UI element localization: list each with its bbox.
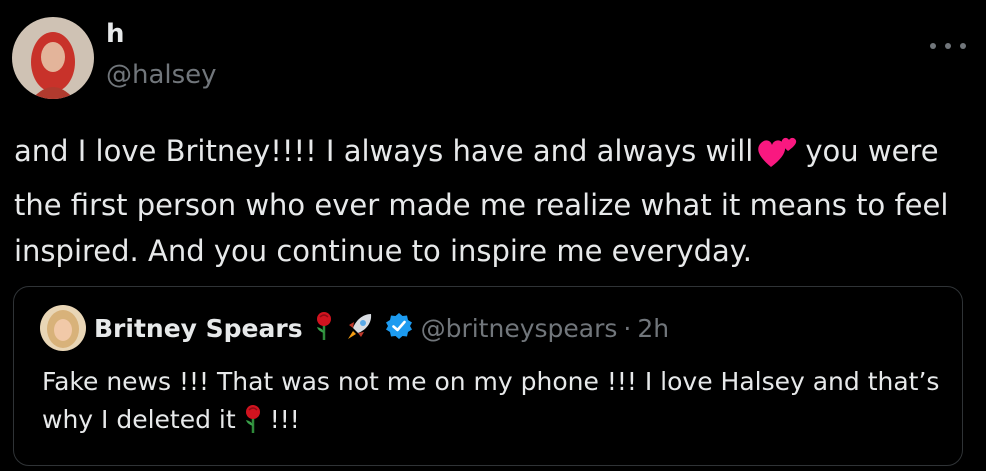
tweet-text: and I love Britney!!!! I always have and… — [14, 128, 974, 274]
quoted-timestamp[interactable]: 2h — [637, 314, 669, 343]
more-horizontal-icon — [930, 43, 936, 49]
quoted-separator: · — [623, 313, 632, 343]
user-handle[interactable]: @halsey — [106, 58, 217, 92]
display-name[interactable]: h — [106, 18, 125, 50]
quoted-handle[interactable]: @britneyspears — [421, 314, 618, 343]
more-options-button[interactable] — [930, 34, 966, 58]
avatar-image — [12, 17, 94, 99]
tweet-text-part1: and I love Britney!!!! I always have and… — [14, 134, 754, 168]
quoted-tweet-card[interactable]: Britney Spears @britneyspears · 2h Fake … — [13, 286, 963, 466]
quoted-display-name[interactable]: Britney Spears — [94, 314, 303, 343]
verified-badge-icon — [385, 312, 413, 344]
rocket-icon — [345, 311, 375, 345]
two-hearts-icon — [757, 135, 799, 182]
quoted-text-part2: !!! — [269, 405, 300, 434]
rose-icon — [242, 404, 264, 445]
avatar[interactable] — [12, 17, 94, 99]
quoted-header: Britney Spears @britneyspears · 2h — [94, 307, 669, 349]
quoted-text-part1: Fake news !!! That was not me on my phon… — [42, 367, 940, 434]
rose-icon — [313, 311, 335, 345]
quoted-avatar[interactable] — [40, 305, 86, 351]
quoted-tweet-text: Fake news !!! That was not me on my phon… — [42, 363, 942, 445]
quoted-avatar-image — [40, 305, 86, 351]
